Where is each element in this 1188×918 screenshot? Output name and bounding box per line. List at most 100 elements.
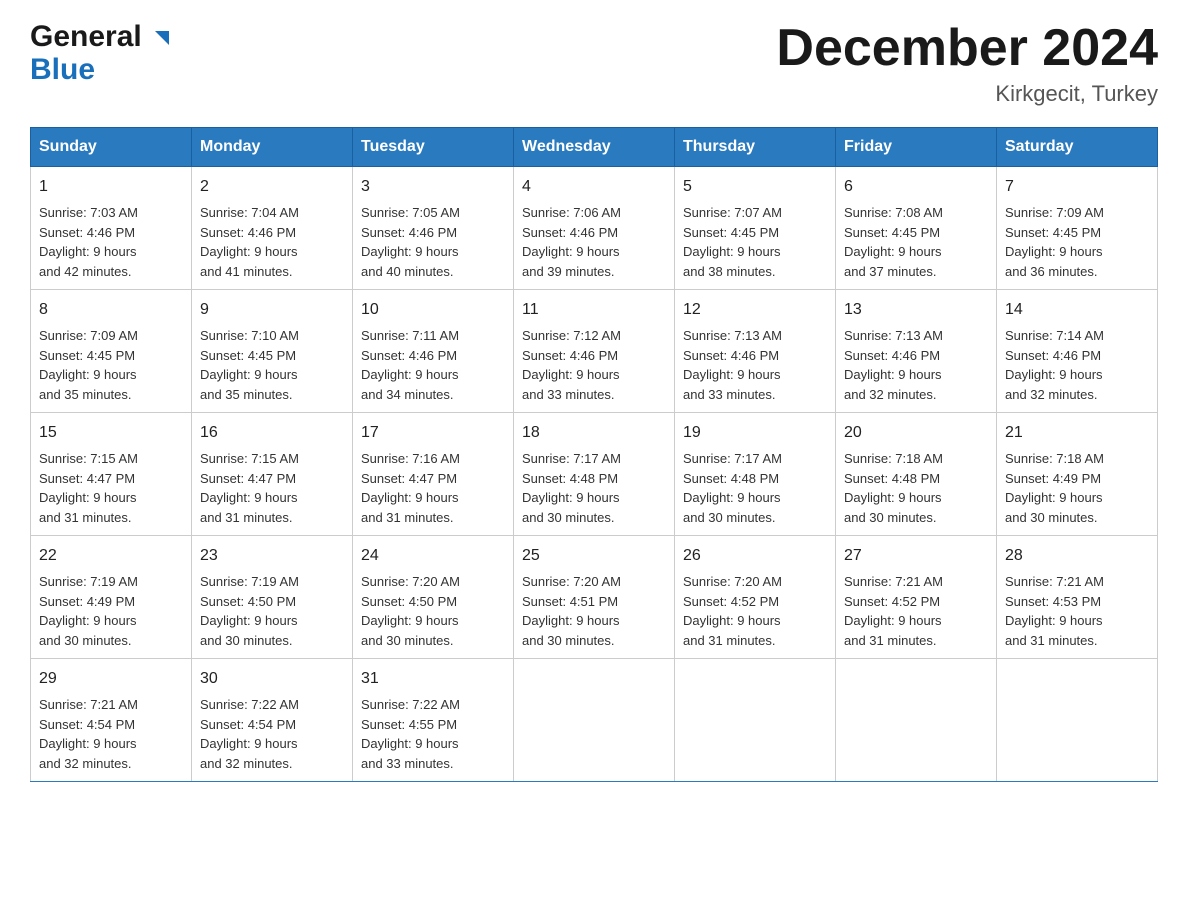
calendar-cell: 16Sunrise: 7:15 AMSunset: 4:47 PMDayligh… bbox=[192, 413, 353, 536]
calendar-cell: 27 Sunrise: 7:21 AMSunset: 4:52 PMDayligh… bbox=[836, 536, 997, 659]
day-number: 8 bbox=[39, 298, 183, 322]
day-info: Sunrise: 7:20 AMSunset: 4:51 PMDaylight:… bbox=[522, 574, 621, 648]
calendar-cell: 24 Sunrise: 7:20 AMSunset: 4:50 PMDayligh… bbox=[353, 536, 514, 659]
calendar-cell: 19 Sunrise: 7:17 AMSunset: 4:48 PMDayligh… bbox=[675, 413, 836, 536]
calendar-cell: 3Sunrise: 7:05 AMSunset: 4:46 PMDaylight… bbox=[353, 167, 514, 290]
month-title: December 2024 bbox=[776, 20, 1158, 77]
logo-general-text: General bbox=[30, 20, 173, 53]
weekday-header-wednesday: Wednesday bbox=[514, 128, 675, 167]
day-number: 25 bbox=[522, 544, 666, 568]
calendar-cell: 1 Sunrise: 7:03 AMSunset: 4:46 PMDaylight… bbox=[31, 167, 192, 290]
calendar-cell: 12 Sunrise: 7:13 AMSunset: 4:46 PMDayligh… bbox=[675, 290, 836, 413]
day-number: 16 bbox=[200, 421, 344, 445]
weekday-header-friday: Friday bbox=[836, 128, 997, 167]
day-info: Sunrise: 7:13 AMSunset: 4:46 PMDaylight:… bbox=[844, 328, 943, 402]
day-number: 10 bbox=[361, 298, 505, 322]
day-number: 21 bbox=[1005, 421, 1149, 445]
day-info: Sunrise: 7:21 AMSunset: 4:53 PMDaylight:… bbox=[1005, 574, 1104, 648]
week-row-3: 15 Sunrise: 7:15 AMSunset: 4:47 PMDayligh… bbox=[31, 413, 1158, 536]
day-info: Sunrise: 7:19 AMSunset: 4:50 PMDaylight:… bbox=[200, 574, 299, 648]
day-number: 13 bbox=[844, 298, 988, 322]
weekday-header-tuesday: Tuesday bbox=[353, 128, 514, 167]
day-number: 5 bbox=[683, 175, 827, 199]
day-number: 11 bbox=[522, 298, 666, 322]
calendar-cell: 20 Sunrise: 7:18 AMSunset: 4:48 PMDayligh… bbox=[836, 413, 997, 536]
title-section: December 2024 Kirkgecit, Turkey bbox=[776, 20, 1158, 107]
day-info: Sunrise: 7:03 AMSunset: 4:46 PMDaylight:… bbox=[39, 205, 138, 279]
calendar-cell: 2 Sunrise: 7:04 AMSunset: 4:46 PMDaylight… bbox=[192, 167, 353, 290]
calendar-table: SundayMondayTuesdayWednesdayThursdayFrid… bbox=[30, 127, 1158, 782]
day-info: Sunrise: 7:04 AMSunset: 4:46 PMDaylight:… bbox=[200, 205, 299, 279]
calendar-cell: 4 Sunrise: 7:06 AMSunset: 4:46 PMDaylight… bbox=[514, 167, 675, 290]
weekday-header-thursday: Thursday bbox=[675, 128, 836, 167]
day-number: 28 bbox=[1005, 544, 1149, 568]
day-info: Sunrise: 7:11 AMSunset: 4:46 PMDaylight:… bbox=[361, 328, 459, 402]
day-info: Sunrise: 7:10 AMSunset: 4:45 PMDaylight:… bbox=[200, 328, 299, 402]
day-info: Sunrise: 7:20 AMSunset: 4:52 PMDaylight:… bbox=[683, 574, 782, 648]
day-info: Sunrise: 7:09 AMSunset: 4:45 PMDaylight:… bbox=[1005, 205, 1104, 279]
day-info: Sunrise: 7:15 AMSunset: 4:47 PMDaylight:… bbox=[39, 451, 138, 525]
day-info: Sunrise: 7:07 AMSunset: 4:45 PMDaylight:… bbox=[683, 205, 782, 279]
logo-blue-text: Blue bbox=[30, 53, 95, 86]
day-number: 14 bbox=[1005, 298, 1149, 322]
day-number: 7 bbox=[1005, 175, 1149, 199]
calendar-cell: 9Sunrise: 7:10 AMSunset: 4:45 PMDaylight… bbox=[192, 290, 353, 413]
day-number: 2 bbox=[200, 175, 344, 199]
calendar-cell: 23 Sunrise: 7:19 AMSunset: 4:50 PMDayligh… bbox=[192, 536, 353, 659]
day-number: 12 bbox=[683, 298, 827, 322]
day-info: Sunrise: 7:05 AMSunset: 4:46 PMDaylight:… bbox=[361, 205, 460, 279]
logo: General Blue bbox=[30, 20, 173, 86]
calendar-cell: 28 Sunrise: 7:21 AMSunset: 4:53 PMDayligh… bbox=[997, 536, 1158, 659]
day-info: Sunrise: 7:12 AMSunset: 4:46 PMDaylight:… bbox=[522, 328, 621, 402]
day-info: Sunrise: 7:09 AMSunset: 4:45 PMDaylight:… bbox=[39, 328, 138, 402]
calendar-cell bbox=[836, 659, 997, 782]
day-info: Sunrise: 7:06 AMSunset: 4:46 PMDaylight:… bbox=[522, 205, 621, 279]
day-info: Sunrise: 7:08 AMSunset: 4:45 PMDaylight:… bbox=[844, 205, 943, 279]
day-number: 4 bbox=[522, 175, 666, 199]
weekday-header-saturday: Saturday bbox=[997, 128, 1158, 167]
calendar-cell: 30Sunrise: 7:22 AMSunset: 4:54 PMDayligh… bbox=[192, 659, 353, 782]
calendar-cell: 14 Sunrise: 7:14 AMSunset: 4:46 PMDayligh… bbox=[997, 290, 1158, 413]
calendar-cell: 15 Sunrise: 7:15 AMSunset: 4:47 PMDayligh… bbox=[31, 413, 192, 536]
calendar-cell: 29 Sunrise: 7:21 AMSunset: 4:54 PMDayligh… bbox=[31, 659, 192, 782]
day-number: 29 bbox=[39, 667, 183, 691]
calendar-cell: 25 Sunrise: 7:20 AMSunset: 4:51 PMDayligh… bbox=[514, 536, 675, 659]
weekday-header-row: SundayMondayTuesdayWednesdayThursdayFrid… bbox=[31, 128, 1158, 167]
day-number: 1 bbox=[39, 175, 183, 199]
day-number: 26 bbox=[683, 544, 827, 568]
day-info: Sunrise: 7:20 AMSunset: 4:50 PMDaylight:… bbox=[361, 574, 460, 648]
day-info: Sunrise: 7:22 AMSunset: 4:54 PMDaylight:… bbox=[200, 697, 299, 771]
week-row-4: 22Sunrise: 7:19 AMSunset: 4:49 PMDayligh… bbox=[31, 536, 1158, 659]
day-number: 31 bbox=[361, 667, 505, 691]
calendar-cell: 6 Sunrise: 7:08 AMSunset: 4:45 PMDaylight… bbox=[836, 167, 997, 290]
day-number: 6 bbox=[844, 175, 988, 199]
week-row-2: 8 Sunrise: 7:09 AMSunset: 4:45 PMDaylight… bbox=[31, 290, 1158, 413]
calendar-cell: 8 Sunrise: 7:09 AMSunset: 4:45 PMDaylight… bbox=[31, 290, 192, 413]
day-number: 22 bbox=[39, 544, 183, 568]
day-number: 24 bbox=[361, 544, 505, 568]
day-info: Sunrise: 7:18 AMSunset: 4:49 PMDaylight:… bbox=[1005, 451, 1104, 525]
location: Kirkgecit, Turkey bbox=[776, 81, 1158, 107]
calendar-cell: 13 Sunrise: 7:13 AMSunset: 4:46 PMDayligh… bbox=[836, 290, 997, 413]
day-number: 23 bbox=[200, 544, 344, 568]
logo-triangle-icon bbox=[151, 27, 173, 49]
day-info: Sunrise: 7:18 AMSunset: 4:48 PMDaylight:… bbox=[844, 451, 943, 525]
day-info: Sunrise: 7:21 AMSunset: 4:52 PMDaylight:… bbox=[844, 574, 943, 648]
calendar-cell: 11 Sunrise: 7:12 AMSunset: 4:46 PMDayligh… bbox=[514, 290, 675, 413]
day-info: Sunrise: 7:16 AMSunset: 4:47 PMDaylight:… bbox=[361, 451, 460, 525]
day-number: 19 bbox=[683, 421, 827, 445]
day-info: Sunrise: 7:17 AMSunset: 4:48 PMDaylight:… bbox=[522, 451, 621, 525]
day-info: Sunrise: 7:17 AMSunset: 4:48 PMDaylight:… bbox=[683, 451, 782, 525]
day-number: 18 bbox=[522, 421, 666, 445]
day-info: Sunrise: 7:14 AMSunset: 4:46 PMDaylight:… bbox=[1005, 328, 1104, 402]
weekday-header-sunday: Sunday bbox=[31, 128, 192, 167]
day-number: 27 bbox=[844, 544, 988, 568]
day-info: Sunrise: 7:22 AMSunset: 4:55 PMDaylight:… bbox=[361, 697, 460, 771]
calendar-cell bbox=[514, 659, 675, 782]
day-info: Sunrise: 7:21 AMSunset: 4:54 PMDaylight:… bbox=[39, 697, 138, 771]
calendar-cell: 21 Sunrise: 7:18 AMSunset: 4:49 PMDayligh… bbox=[997, 413, 1158, 536]
day-number: 20 bbox=[844, 421, 988, 445]
day-number: 15 bbox=[39, 421, 183, 445]
day-number: 17 bbox=[361, 421, 505, 445]
day-info: Sunrise: 7:13 AMSunset: 4:46 PMDaylight:… bbox=[683, 328, 782, 402]
